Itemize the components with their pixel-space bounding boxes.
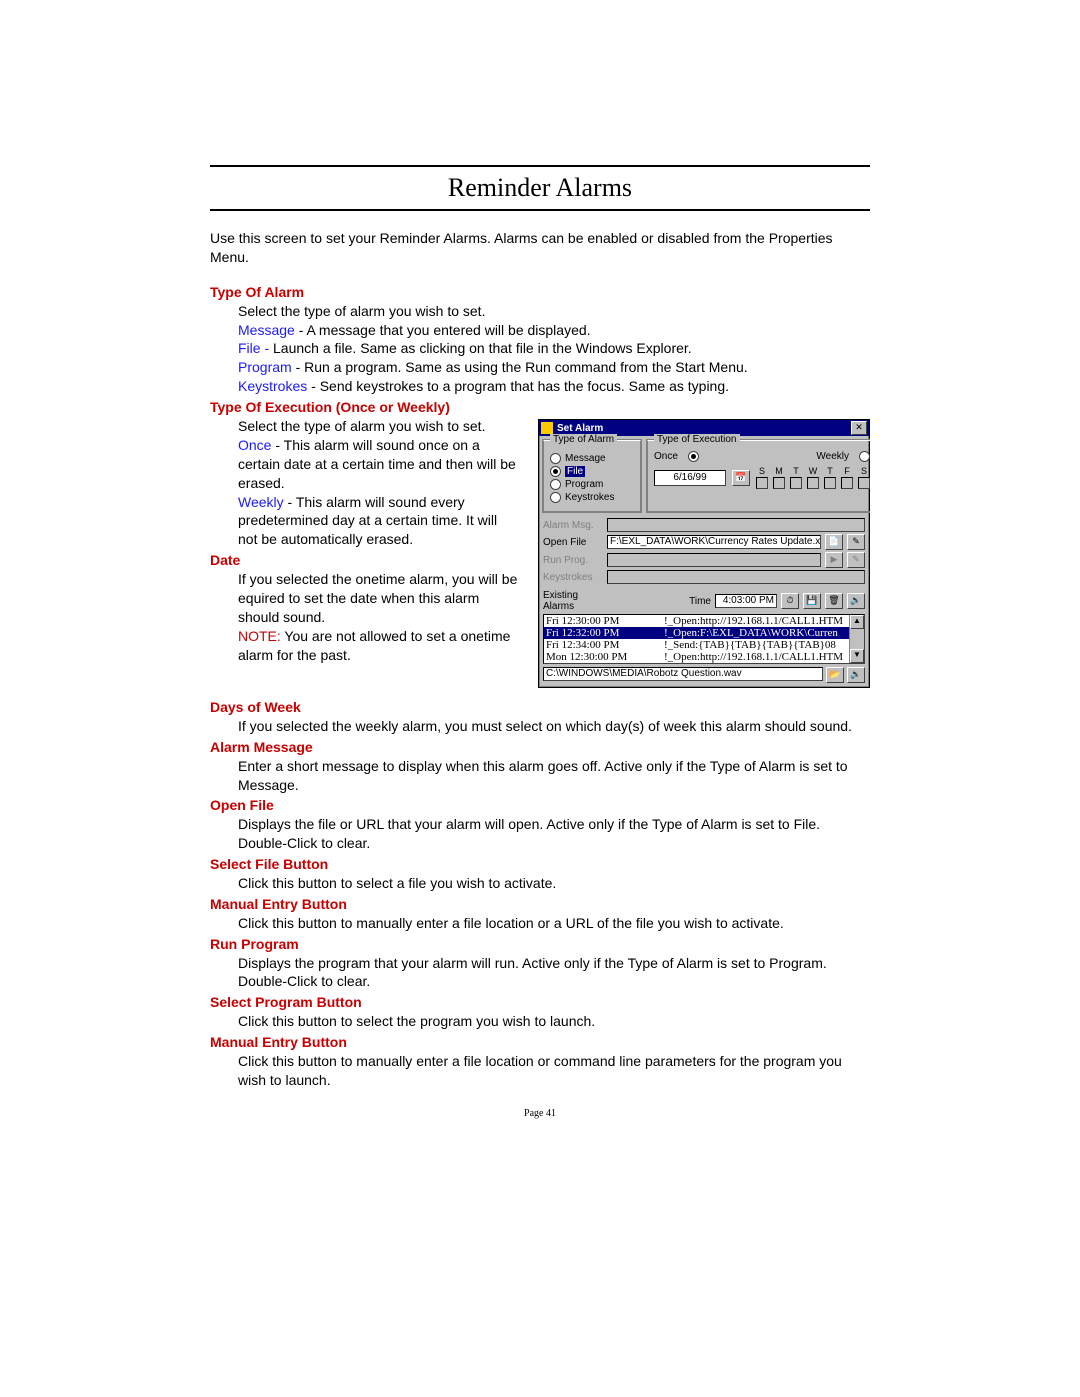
top-rule xyxy=(210,165,870,167)
body-manual-entry-2: Click this button to manually enter a fi… xyxy=(238,1052,870,1090)
radio-program[interactable] xyxy=(550,479,561,490)
list-item: Fri 12:30:00 PM!_Open:http://192.168.1.1… xyxy=(544,615,864,627)
manual-entry-prog-icon[interactable]: ✎ xyxy=(847,552,865,568)
dialog-title: Set Alarm xyxy=(557,423,851,434)
open-file-field[interactable]: F:\EXL_DATA\WORK\Currency Rates Update.x… xyxy=(607,535,821,549)
keystrokes-field[interactable] xyxy=(607,570,865,584)
group-type-of-execution: Once Weekly 6/16/99 📅 S M xyxy=(647,440,870,512)
day-check-th[interactable] xyxy=(824,477,836,489)
select-file-icon[interactable]: 📄 xyxy=(825,534,843,550)
document-page: Reminder Alarms Use this screen to set y… xyxy=(210,165,870,1119)
term-weekly: Weekly xyxy=(238,494,284,510)
radio-weekly[interactable] xyxy=(859,451,870,462)
list-item: Fri 12:34:00 PM!_Send:{TAB}{TAB}{TAB}{TA… xyxy=(544,639,864,651)
body-manual-entry-1: Click this button to manually enter a fi… xyxy=(238,914,870,933)
sound-path-field[interactable]: C:\WINDOWS\MEDIA\Robotz Question.wav xyxy=(543,667,823,681)
date-field[interactable]: 6/16/99 xyxy=(654,470,726,486)
save-icon[interactable]: 💾 xyxy=(803,593,821,609)
radio-message[interactable] xyxy=(550,453,561,464)
time-icon[interactable]: ⏱ xyxy=(781,593,799,609)
title-rule xyxy=(210,209,870,211)
heading-days-of-week: Days of Week xyxy=(210,698,870,717)
test-sound-icon[interactable]: 🔊 xyxy=(847,667,865,683)
list-item: Fri 12:32:00 PM!_Open:F:\EXL_DATA\WORK\C… xyxy=(544,627,864,639)
page-number: Page 41 xyxy=(210,1108,870,1119)
days-of-week: S M T W T F S xyxy=(756,466,870,489)
select-prog-icon[interactable]: ▶ xyxy=(825,552,843,568)
heading-date: Date xyxy=(210,551,520,570)
heading-open-file: Open File xyxy=(210,796,870,815)
heading-exec-type: Type Of Execution (Once or Weekly) xyxy=(210,398,870,417)
note-label: NOTE: xyxy=(238,628,281,644)
day-check-t[interactable] xyxy=(790,477,802,489)
heading-alarm-message: Alarm Message xyxy=(210,738,870,757)
body-type-of-alarm: Select the type of alarm you wish to set… xyxy=(238,302,870,396)
heading-manual-entry-1: Manual Entry Button xyxy=(210,895,870,914)
radio-once[interactable] xyxy=(688,451,699,462)
heading-select-file-button: Select File Button xyxy=(210,855,870,874)
body-days-of-week: If you selected the weekly alarm, you mu… xyxy=(238,717,870,736)
term-once: Once xyxy=(238,437,271,453)
term-file: File xyxy=(238,340,261,356)
day-check-sa[interactable] xyxy=(858,477,870,489)
heading-run-program: Run Program xyxy=(210,935,870,954)
intro-paragraph: Use this screen to set your Reminder Ala… xyxy=(210,229,870,267)
term-message: Message xyxy=(238,322,295,338)
time-field[interactable]: 4:03:00 PM xyxy=(715,594,777,608)
delete-icon[interactable]: 🗑 xyxy=(825,593,843,609)
page-title: Reminder Alarms xyxy=(210,173,870,203)
term-keystrokes: Keystrokes xyxy=(238,378,307,394)
body-select-program-button: Click this button to select the program … xyxy=(238,1012,870,1031)
heading-select-program-button: Select Program Button xyxy=(210,993,870,1012)
day-check-w[interactable] xyxy=(807,477,819,489)
group-type-of-alarm: Message File Program Keystrokes xyxy=(543,440,641,512)
alarm-msg-field[interactable] xyxy=(607,518,865,532)
browse-sound-icon[interactable]: 📂 xyxy=(826,667,844,683)
day-check-m[interactable] xyxy=(773,477,785,489)
calendar-icon[interactable]: 📅 xyxy=(732,470,750,486)
close-icon[interactable]: ✕ xyxy=(851,421,867,435)
play-icon[interactable]: 🔊 xyxy=(847,593,865,609)
run-prog-field[interactable] xyxy=(607,553,821,567)
radio-file[interactable] xyxy=(550,466,561,477)
body-date: If you selected the onetime alarm, you w… xyxy=(238,570,520,664)
body-alarm-message: Enter a short message to display when th… xyxy=(238,757,870,795)
radio-keystrokes[interactable] xyxy=(550,492,561,503)
body-exec-type: Select the type of alarm you wish to set… xyxy=(238,417,520,549)
set-alarm-dialog: Set Alarm ✕ Message File Program Keystro… xyxy=(538,419,870,688)
term-program: Program xyxy=(238,359,292,375)
existing-alarms-list[interactable]: Fri 12:30:00 PM!_Open:http://192.168.1.1… xyxy=(543,614,865,664)
manual-entry-file-icon[interactable]: ✎ xyxy=(847,534,865,550)
day-check-s[interactable] xyxy=(756,477,768,489)
body-run-program: Displays the program that your alarm wil… xyxy=(238,954,870,992)
day-check-f[interactable] xyxy=(841,477,853,489)
scrollbar[interactable]: ▲▼ xyxy=(849,615,864,663)
body-select-file-button: Click this button to select a file you w… xyxy=(238,874,870,893)
heading-type-of-alarm: Type Of Alarm xyxy=(210,283,870,302)
list-item: Mon 12:30:00 PM!_Open:http://192.168.1.1… xyxy=(544,651,864,663)
body-open-file: Displays the file or URL that your alarm… xyxy=(238,815,870,853)
dialog-app-icon xyxy=(541,422,553,434)
heading-manual-entry-2: Manual Entry Button xyxy=(210,1033,870,1052)
